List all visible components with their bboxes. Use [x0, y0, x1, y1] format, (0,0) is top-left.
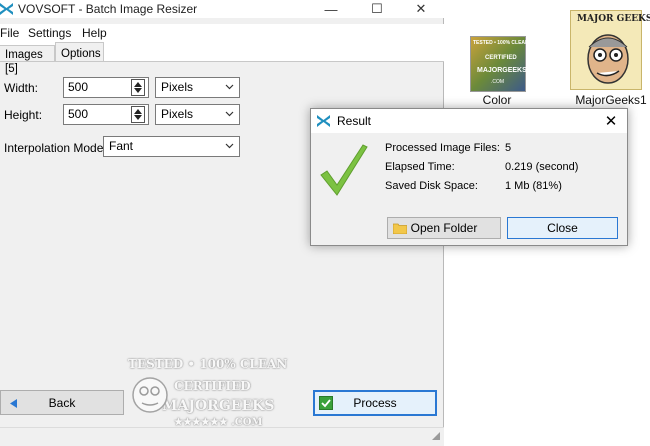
- width-unit-select[interactable]: Pixels: [155, 77, 240, 98]
- minimize-button[interactable]: —: [308, 0, 354, 18]
- watermark-line1: TESTED • 100% CLEAN: [128, 357, 288, 371]
- process-button[interactable]: Process: [313, 390, 437, 416]
- interpolation-label: Interpolation Mode:: [4, 141, 107, 155]
- watermark-line2: CERTIFIED: [174, 379, 251, 393]
- back-label: Back: [48, 395, 76, 410]
- tab-images[interactable]: Images [5]: [0, 45, 55, 75]
- thumb-com-text: .COM: [491, 79, 505, 85]
- desktop-thumb-color[interactable]: TESTED • 100% CLEAN CERTIFIED MAJORGEEKS…: [470, 36, 529, 92]
- height-unit-select[interactable]: Pixels: [155, 104, 240, 125]
- chevron-down-icon: [225, 111, 234, 117]
- window-title: VOVSOFT - Batch Image Resizer: [18, 2, 198, 16]
- title-bar[interactable]: VOVSOFT - Batch Image Resizer — ☐ ✕: [0, 0, 444, 18]
- height-spinner[interactable]: [131, 106, 145, 123]
- saved-space-value: 1 Mb (81%): [505, 180, 562, 192]
- app-icon: [0, 3, 13, 15]
- interpolation-value: Fant: [109, 139, 134, 153]
- process-check-icon: [319, 396, 333, 410]
- width-unit-value: Pixels: [161, 80, 194, 94]
- height-input[interactable]: 500: [63, 104, 149, 125]
- elapsed-time-value: 0.219 (second): [505, 161, 579, 173]
- interpolation-select[interactable]: Fant: [103, 136, 240, 157]
- tab-panel-divider: [0, 61, 444, 62]
- processed-files-value: 5: [505, 142, 512, 154]
- dialog-title: Result: [337, 114, 372, 128]
- menu-file[interactable]: File: [0, 26, 19, 40]
- height-value: 500: [68, 107, 89, 121]
- thumb-logo-text: MAJOR GEEKS: [577, 14, 650, 24]
- width-input[interactable]: 500: [63, 77, 149, 98]
- spin-down-icon[interactable]: [134, 88, 142, 93]
- dialog-close-label: Close: [547, 221, 578, 235]
- maximize-button[interactable]: ☐: [354, 0, 400, 18]
- height-unit-value: Pixels: [161, 107, 194, 121]
- desktop-label-color[interactable]: Color: [462, 93, 532, 107]
- saved-space-label: Saved Disk Space:: [385, 180, 478, 192]
- menu-help[interactable]: Help: [82, 26, 107, 40]
- watermark-line3: MAJORGEEKS: [162, 398, 275, 414]
- spin-up-icon[interactable]: [134, 109, 142, 114]
- dialog-close-icon[interactable]: ✕: [599, 111, 623, 131]
- majorgeeks-watermark: TESTED • 100% CLEAN CERTIFIED MAJORGEEKS…: [126, 357, 287, 435]
- chevron-down-icon: [225, 84, 234, 90]
- chevron-down-icon: [225, 143, 234, 149]
- desktop-label-majorgeeks[interactable]: MajorGeeks1: [572, 93, 650, 107]
- result-dialog: Result ✕ Processed Image Files: 5 Elapse…: [310, 108, 628, 246]
- processed-files-label: Processed Image Files:: [385, 142, 500, 154]
- status-bar: [0, 427, 444, 446]
- dialog-close-button[interactable]: Close: [507, 217, 618, 239]
- desktop-thumb-majorgeeks[interactable]: MAJOR GEEKS: [570, 10, 650, 90]
- process-label: Process: [353, 396, 397, 410]
- app-icon: [317, 115, 330, 127]
- spin-down-icon[interactable]: [134, 115, 142, 120]
- back-button[interactable]: Back: [0, 390, 124, 415]
- success-check-icon: [320, 144, 368, 196]
- tab-options[interactable]: Options: [55, 42, 104, 62]
- width-value: 500: [68, 80, 89, 94]
- geek-mascot-icon: [587, 34, 629, 84]
- tab-strip: Images [5] Options: [0, 42, 444, 75]
- menu-bar: File Settings Help: [0, 24, 444, 42]
- elapsed-time-label: Elapsed Time:: [385, 161, 455, 173]
- thumb-mg-text: MAJORGEEKS: [477, 67, 527, 74]
- thumb-tested-text: TESTED • 100% CLEAN: [473, 40, 529, 46]
- mascot-icon: [132, 377, 168, 413]
- dialog-title-bar[interactable]: Result ✕: [311, 109, 627, 133]
- back-arrow-icon: [10, 399, 17, 408]
- width-spinner[interactable]: [131, 79, 145, 96]
- open-folder-label: Open Folder: [410, 221, 478, 235]
- folder-icon: [393, 223, 407, 234]
- width-label: Width:: [4, 81, 39, 95]
- menu-settings[interactable]: Settings: [28, 26, 71, 40]
- thumb-certified-text: CERTIFIED: [485, 55, 517, 61]
- height-label: Height:: [4, 108, 43, 122]
- resize-grip-icon[interactable]: [432, 432, 440, 440]
- close-window-button[interactable]: ✕: [398, 0, 444, 18]
- spin-up-icon[interactable]: [134, 82, 142, 87]
- open-folder-button[interactable]: Open Folder: [387, 217, 501, 239]
